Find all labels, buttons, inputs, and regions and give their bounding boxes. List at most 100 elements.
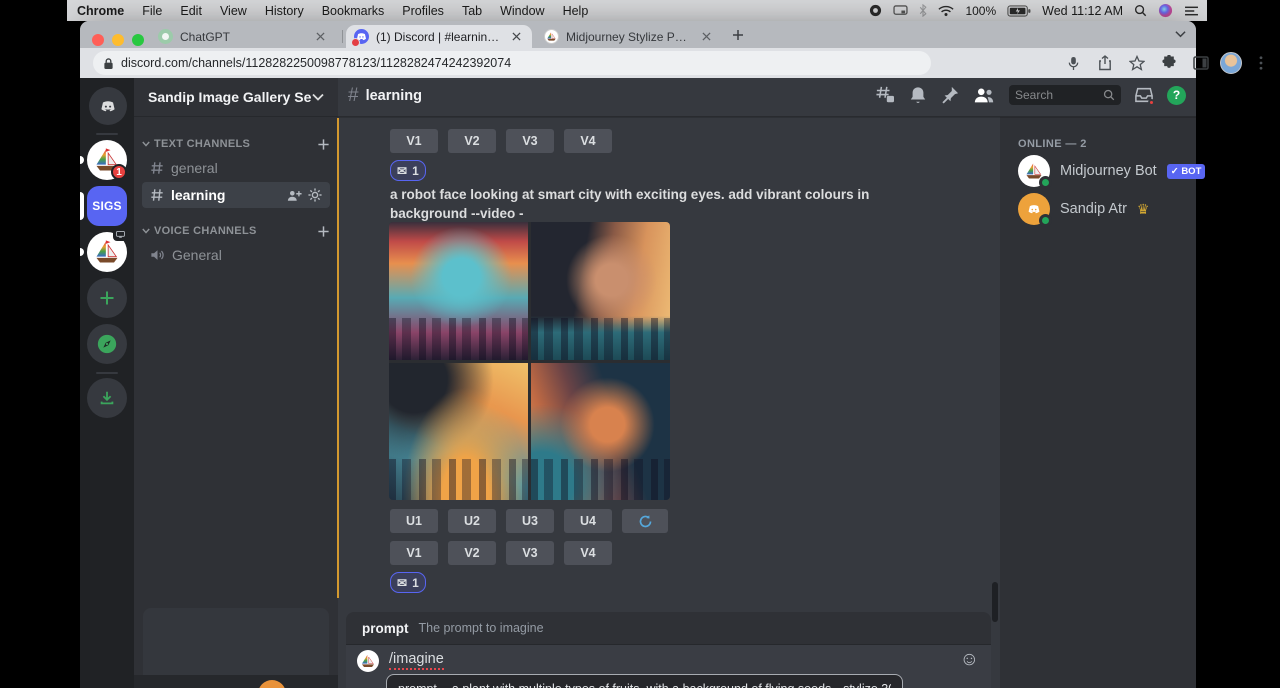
profile-avatar[interactable]	[1220, 52, 1242, 74]
battery-icon	[1007, 5, 1031, 17]
close-icon[interactable]	[312, 29, 328, 45]
prompt-field[interactable]: prompt	[386, 674, 903, 688]
message-composer[interactable]: /imagine ☺ prompt	[346, 645, 991, 688]
invite-people-icon[interactable]	[287, 189, 302, 202]
menu-item-tab[interactable]: Tab	[462, 4, 482, 18]
menu-item-window[interactable]: Window	[500, 4, 544, 18]
menu-item-file[interactable]: File	[142, 4, 162, 18]
variation-button[interactable]: V4	[564, 129, 612, 153]
generated-image-2[interactable]	[531, 222, 670, 360]
help-icon[interactable]: ?	[1167, 86, 1186, 105]
bot-badge: ✓ BOT	[1167, 164, 1206, 179]
menu-item-edit[interactable]: Edit	[180, 4, 202, 18]
server-name: Sandip Image Gallery Se...	[148, 89, 312, 105]
gear-icon[interactable]	[308, 188, 322, 202]
member-row-sandip-atr[interactable]: Sandip Atr ♛	[1010, 190, 1188, 228]
close-icon[interactable]	[698, 29, 714, 45]
variation-button[interactable]: V4	[564, 541, 612, 565]
member-row-midjourney-bot[interactable]: Midjourney Bot ✓ BOT	[1010, 152, 1188, 190]
download-apps-button[interactable]	[87, 378, 127, 418]
sidebar-item-voice-general[interactable]: General	[142, 242, 330, 268]
crown-icon: ♛	[1137, 201, 1150, 218]
tab-discord-active[interactable]: (1) Discord | #learning | Sandi	[346, 25, 532, 48]
menu-app-name[interactable]: Chrome	[77, 4, 124, 18]
tab-midjourney[interactable]: Midjourney Stylize Parameter	[536, 25, 722, 48]
variation-button[interactable]: V3	[506, 541, 554, 565]
omnibox[interactable]	[93, 51, 931, 75]
upscale-button[interactable]: U2	[448, 509, 496, 533]
pinned-messages-icon[interactable]	[941, 86, 959, 104]
generated-image-3[interactable]	[389, 363, 528, 501]
slash-option-popup[interactable]: prompt The prompt to imagine	[346, 612, 991, 645]
new-tab-button[interactable]	[732, 29, 744, 41]
menu-item-bookmarks[interactable]: Bookmarks	[322, 4, 385, 18]
chrome-menu-icon[interactable]	[1248, 50, 1274, 76]
battery-percent: 100%	[965, 4, 996, 18]
inbox-button[interactable]	[1135, 86, 1153, 104]
variation-button[interactable]: V1	[390, 129, 438, 153]
variation-button[interactable]: V2	[448, 129, 496, 153]
display-icon[interactable]	[893, 5, 908, 17]
create-channel-icon[interactable]	[317, 138, 330, 151]
variation-button[interactable]: V3	[506, 129, 554, 153]
prompt-input[interactable]	[452, 682, 891, 688]
envelope-reaction[interactable]: ✉ 1	[390, 572, 426, 593]
wifi-icon[interactable]	[938, 5, 954, 17]
side-panel-icon[interactable]	[1188, 50, 1214, 76]
generated-image-1[interactable]	[389, 222, 528, 360]
spotlight-icon[interactable]	[1134, 4, 1147, 17]
explore-servers-button[interactable]	[87, 324, 127, 364]
zoom-window-button[interactable]	[132, 34, 144, 46]
tab-search-chevron-icon[interactable]	[1175, 30, 1186, 38]
midjourney-image-grid[interactable]	[389, 222, 670, 500]
sidebar-item-learning[interactable]: learning	[142, 182, 330, 208]
member-list-icon[interactable]	[973, 87, 995, 104]
voice-search-icon[interactable]	[1060, 50, 1086, 76]
discord-home-button[interactable]	[89, 87, 127, 125]
menu-item-profiles[interactable]: Profiles	[402, 4, 444, 18]
variation-button[interactable]: V1	[390, 541, 438, 565]
search-box[interactable]	[1009, 85, 1121, 105]
upscale-button[interactable]: U1	[390, 509, 438, 533]
minimize-window-button[interactable]	[112, 34, 124, 46]
threads-icon[interactable]	[875, 86, 895, 104]
generated-image-4[interactable]	[531, 363, 670, 501]
server-rail: 1 SIGS	[80, 78, 134, 688]
menu-item-history[interactable]: History	[265, 4, 304, 18]
voice-channels-category[interactable]: VOICE CHANNELS	[142, 222, 330, 240]
envelope-reaction[interactable]: ✉ 1	[390, 160, 426, 181]
bluetooth-icon[interactable]	[919, 4, 927, 17]
inbox-unread-dot	[1148, 99, 1155, 106]
server-header[interactable]: Sandip Image Gallery Se...	[134, 78, 338, 117]
sidebar-item-general[interactable]: general	[142, 155, 330, 181]
notification-bell-icon[interactable]	[909, 86, 927, 105]
create-channel-icon[interactable]	[317, 225, 330, 238]
upscale-button[interactable]: U4	[564, 509, 612, 533]
screen-record-icon[interactable]	[869, 4, 882, 17]
server-icon-sigs[interactable]: SIGS	[87, 186, 127, 226]
menu-item-view[interactable]: View	[220, 4, 247, 18]
variation-button[interactable]: V2	[448, 541, 496, 565]
tab-chatgpt[interactable]: ChatGPT	[150, 25, 336, 48]
menu-item-help[interactable]: Help	[563, 4, 589, 18]
share-icon[interactable]	[1092, 50, 1118, 76]
slash-command[interactable]: /imagine	[389, 651, 444, 670]
bot-avatar	[1018, 155, 1050, 187]
text-channels-category[interactable]: TEXT CHANNELS	[142, 135, 330, 153]
hash-icon	[150, 188, 164, 202]
bookmark-star-icon[interactable]	[1124, 50, 1150, 76]
close-icon[interactable]	[508, 29, 524, 45]
add-server-button[interactable]	[87, 278, 127, 318]
control-center-icon[interactable]	[1184, 5, 1199, 17]
unread-pill	[80, 156, 84, 164]
upscale-button[interactable]: U3	[506, 509, 554, 533]
chat-scrollbar[interactable]	[992, 582, 998, 622]
search-input[interactable]	[1015, 88, 1103, 102]
siri-icon[interactable]	[1158, 3, 1173, 18]
extensions-puzzle-icon[interactable]	[1156, 50, 1182, 76]
close-window-button[interactable]	[92, 34, 104, 46]
url-input[interactable]	[121, 56, 921, 70]
hash-icon: #	[348, 85, 359, 107]
emoji-picker-icon[interactable]: ☺	[960, 649, 979, 671]
rerun-button[interactable]	[622, 509, 668, 533]
